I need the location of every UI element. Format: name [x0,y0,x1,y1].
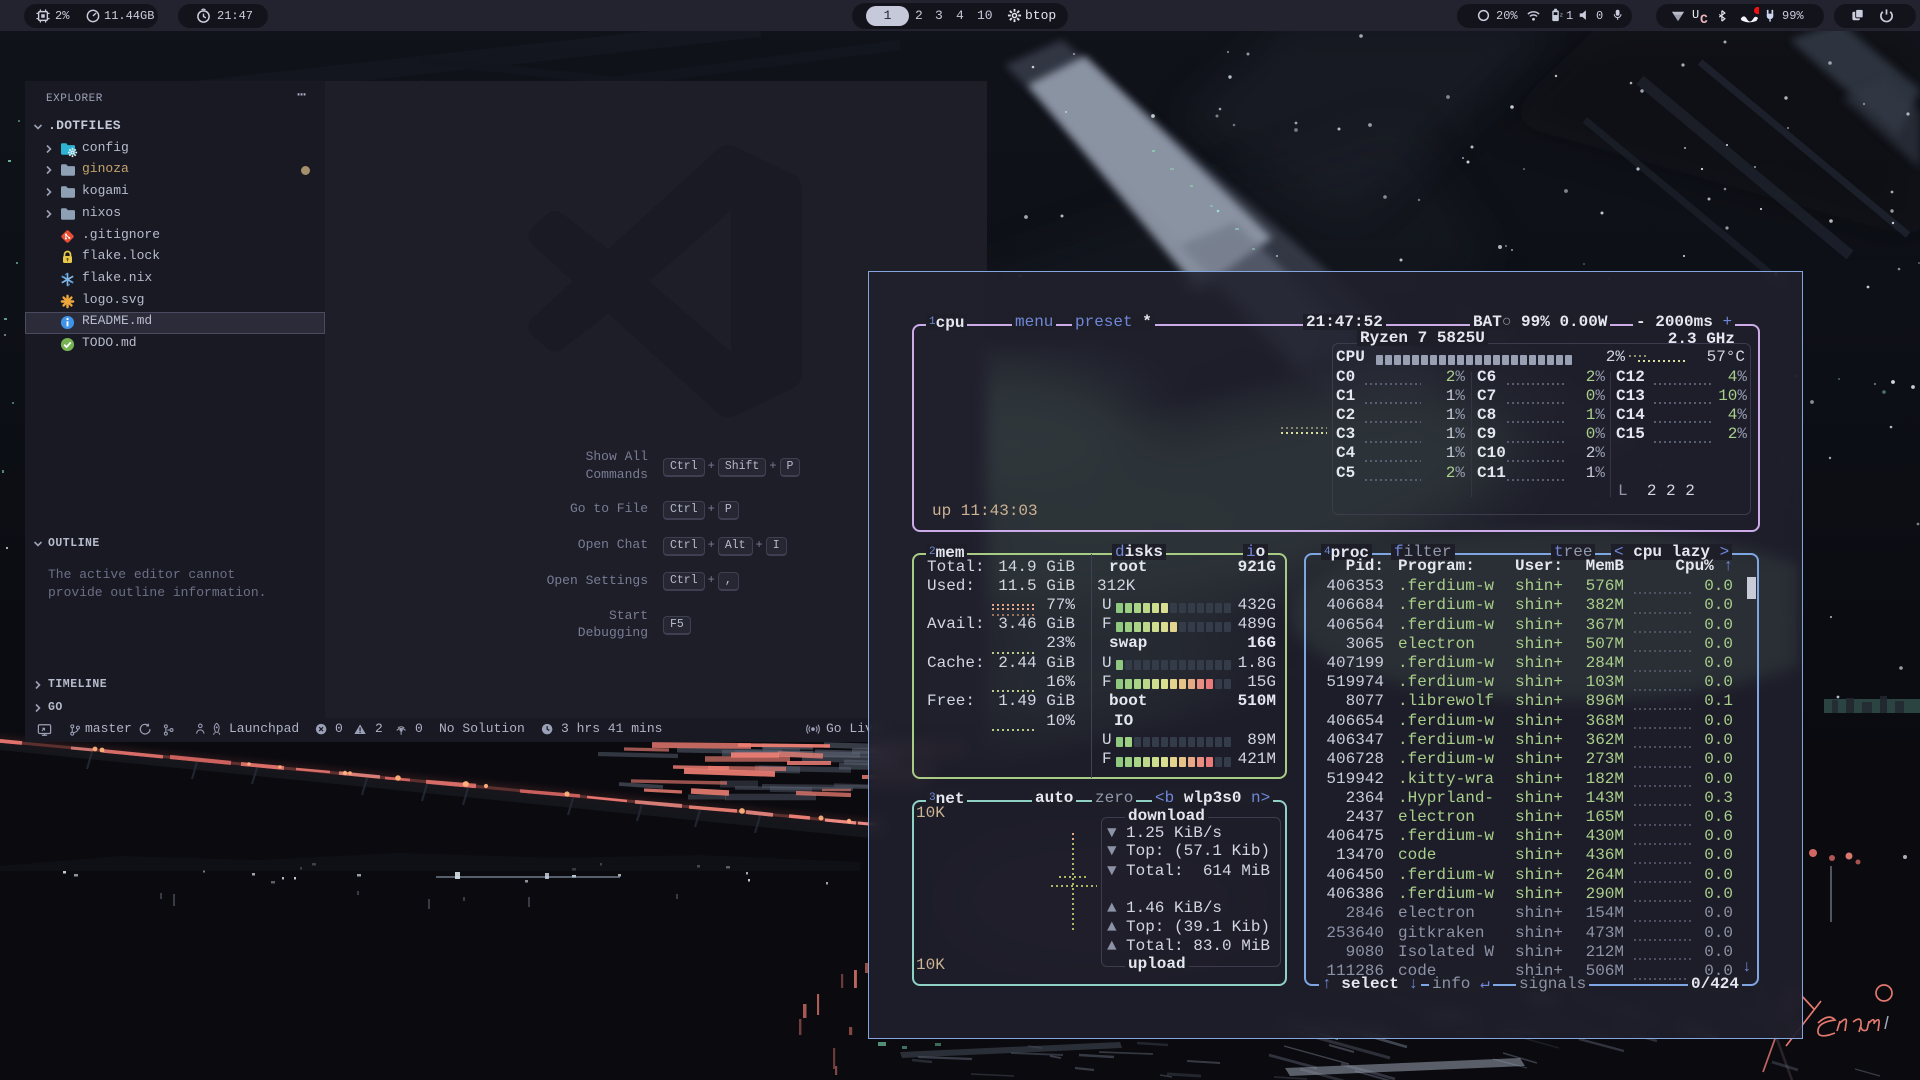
svg-text:z: z [1560,11,1563,18]
